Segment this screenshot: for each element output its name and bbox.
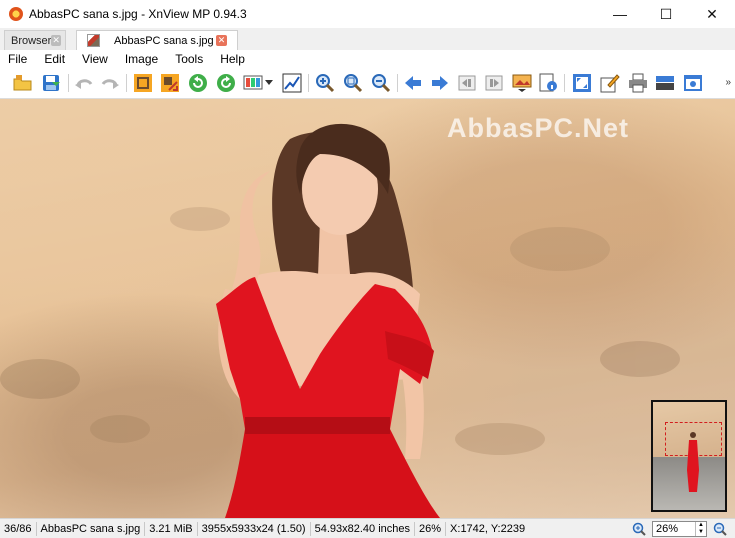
toolbar-separator xyxy=(68,74,69,92)
window-title: AbbasPC sana s.jpg - XnView MP 0.94.3 xyxy=(29,7,247,21)
open-folder-icon[interactable] xyxy=(12,72,34,94)
maximize-button[interactable]: ☐ xyxy=(643,0,689,28)
slideshow-icon[interactable] xyxy=(511,72,533,94)
undo-icon[interactable] xyxy=(73,72,95,94)
first-icon[interactable] xyxy=(456,72,478,94)
tab-image[interactable]: AbbasPC sana s.jpg ✕ xyxy=(76,30,238,51)
fullscreen-icon[interactable] xyxy=(571,72,593,94)
capture-icon[interactable] xyxy=(682,72,704,94)
zoom-fit-icon[interactable] xyxy=(342,72,364,94)
rotate-left-icon[interactable] xyxy=(187,72,209,94)
status-cursor: X:1742, Y:2239 xyxy=(450,523,526,535)
previous-icon[interactable] xyxy=(402,72,424,94)
toolbar: » xyxy=(0,68,735,99)
menu-edit[interactable]: Edit xyxy=(35,52,73,66)
levels-icon[interactable] xyxy=(281,72,303,94)
toolbar-separator xyxy=(126,74,127,92)
dropdown-icon[interactable] xyxy=(264,72,274,94)
crop-icon[interactable] xyxy=(132,72,154,94)
menu-tools[interactable]: Tools xyxy=(166,52,211,66)
app-window: AbbasPC sana s.jpg - XnView MP 0.94.3 — … xyxy=(0,0,735,538)
tab-close-icon[interactable]: ✕ xyxy=(51,35,61,46)
image-viewer[interactable]: AbbasPC.Net xyxy=(0,99,735,518)
image-file-icon xyxy=(87,34,100,47)
menu-file[interactable]: File xyxy=(0,52,35,66)
title-bar: AbbasPC sana s.jpg - XnView MP 0.94.3 — … xyxy=(0,0,735,28)
xnview-logo-icon xyxy=(9,7,23,21)
zoom-in-icon[interactable] xyxy=(314,72,336,94)
zoom-value: 26% xyxy=(656,523,679,535)
menu-view[interactable]: View xyxy=(73,52,116,66)
save-icon[interactable] xyxy=(40,72,62,94)
edit-icon[interactable] xyxy=(599,72,621,94)
zoom-input[interactable]: 26% ▲ ▼ xyxy=(652,521,707,537)
resize-icon[interactable] xyxy=(159,72,181,94)
status-bar: 36/86 AbbasPC sana s.jpg 3.21 MiB 3955x5… xyxy=(0,518,735,538)
adjust-icon[interactable] xyxy=(242,72,264,94)
zoom-out-icon[interactable] xyxy=(713,522,727,536)
minimize-button[interactable]: — xyxy=(597,0,643,28)
print-icon[interactable] xyxy=(627,72,649,94)
status-dimensions: 3955x5933x24 (1.50) xyxy=(198,522,311,536)
menu-bar: File Edit View Image Tools Help xyxy=(0,50,735,68)
tab-close-icon[interactable]: ✕ xyxy=(216,35,227,46)
status-zoom: 26% xyxy=(415,522,447,536)
rotate-right-icon[interactable] xyxy=(215,72,237,94)
tab-label: Browser xyxy=(11,34,52,47)
menu-help[interactable]: Help xyxy=(211,52,253,66)
next-icon[interactable] xyxy=(429,72,451,94)
toolbar-separator xyxy=(564,74,565,92)
tab-bar: Browser ✕ AbbasPC sana s.jpg ✕ xyxy=(0,28,735,51)
zoom-spinner[interactable]: ▲ ▼ xyxy=(695,522,706,536)
status-position: 36/86 xyxy=(0,522,37,536)
close-button[interactable]: ✕ xyxy=(689,0,735,28)
menu-image[interactable]: Image xyxy=(116,52,166,66)
status-filesize: 3.21 MiB xyxy=(145,522,198,536)
toolbar-separator xyxy=(397,74,398,92)
zoom-out-icon[interactable] xyxy=(370,72,392,94)
tab-browser[interactable]: Browser ✕ xyxy=(4,30,66,50)
info-icon[interactable] xyxy=(537,72,559,94)
toolbar-overflow-button[interactable]: » xyxy=(725,77,731,88)
tab-label: AbbasPC sana s.jpg xyxy=(114,34,214,47)
window-controls: — ☐ ✕ xyxy=(597,0,735,28)
status-filename: AbbasPC sana s.jpg xyxy=(37,522,146,536)
zoom-in-icon[interactable] xyxy=(632,522,646,536)
status-print-size: 54.93x82.40 inches xyxy=(311,522,416,536)
viewport-indicator[interactable] xyxy=(665,422,722,456)
zoom-control: 26% ▲ ▼ xyxy=(632,521,727,537)
watermark-text: AbbasPC.Net xyxy=(447,113,630,143)
navigator-thumbnail[interactable] xyxy=(651,400,727,512)
photo-woman-red-dress xyxy=(0,123,680,518)
toolbar-separator xyxy=(308,74,309,92)
scanner-icon[interactable] xyxy=(654,72,676,94)
last-icon[interactable] xyxy=(483,72,505,94)
redo-icon[interactable] xyxy=(99,72,121,94)
